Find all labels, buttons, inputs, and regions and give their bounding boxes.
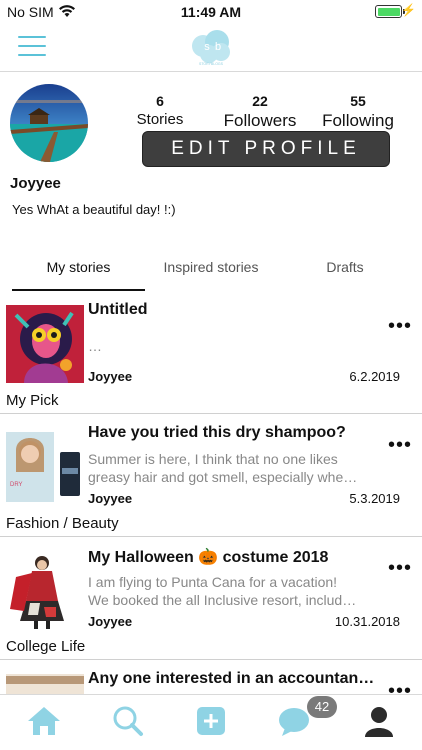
logo-text: STORYBLOGS <box>199 62 224 66</box>
home-icon[interactable] <box>26 703 62 739</box>
list-item[interactable]: Any one interested in an accountan… ••• <box>0 660 422 694</box>
messages-badge: 42 <box>307 696 337 718</box>
battery-icon <box>375 5 405 18</box>
story-date: 6.2.2019 <box>349 369 400 384</box>
stories-count: 6 <box>156 93 164 109</box>
story-excerpt: I am flying to Punta Cana for a vacation… <box>88 574 357 608</box>
story-thumbnail <box>6 305 84 383</box>
story-author: Joyyee <box>88 369 133 384</box>
bio-text: Yes WhAt a beautiful day! !:) <box>12 202 176 217</box>
clock: 11:49 AM <box>180 4 242 20</box>
story-category: My Pick <box>6 392 59 409</box>
status-bar: No SIM 11:49 AM ⚡ <box>0 0 422 24</box>
add-icon[interactable] <box>193 703 229 739</box>
story-excerpt: … <box>88 338 102 354</box>
more-options-icon[interactable]: ••• <box>388 316 412 336</box>
charging-icon: ⚡ <box>401 3 416 17</box>
story-title: Any one interested in an accountan… <box>88 670 375 687</box>
followers-count: 22 <box>252 93 268 109</box>
profile-icon[interactable] <box>361 703 397 739</box>
username: Joyyee <box>10 175 61 192</box>
story-excerpt: Summer is here, I think that no one like… <box>88 451 358 485</box>
following-stat[interactable]: 55 Following <box>318 93 398 131</box>
story-thumbnail <box>6 551 84 629</box>
story-date: 10.31.2018 <box>334 614 400 629</box>
following-count: 55 <box>350 93 366 109</box>
thumb-caption: DRY <box>10 482 23 488</box>
tab-drafts[interactable]: Drafts <box>280 247 410 291</box>
story-author: Joyyee <box>88 614 133 629</box>
tab-my-stories[interactable]: My stories <box>12 247 145 291</box>
story-thumbnail: DRY <box>6 428 84 506</box>
search-icon[interactable] <box>110 703 146 739</box>
story-date: 5.3.2019 <box>349 491 400 506</box>
followers-stat[interactable]: 22 Followers <box>219 93 301 131</box>
bottom-tab-bar <box>0 694 422 750</box>
app-header: s b STORYBLOGS <box>0 24 422 72</box>
followers-label: Followers <box>223 111 297 130</box>
logo-letter-b: b <box>215 41 221 53</box>
list-item[interactable]: Untitled … Joyyee 6.2.2019 ••• My Pick <box>0 291 422 414</box>
more-options-icon[interactable]: ••• <box>388 435 412 455</box>
stories-stat[interactable]: 6 Stories <box>128 93 192 128</box>
following-label: Following <box>322 111 394 130</box>
logo-letter-s: s <box>204 41 210 53</box>
list-item[interactable]: DRY Have you tried this dry shampoo? Sum… <box>0 414 422 537</box>
menu-icon[interactable] <box>18 36 46 58</box>
story-title: Have you tried this dry shampoo? <box>88 424 346 441</box>
more-options-icon[interactable]: ••• <box>388 681 412 694</box>
list-item[interactable]: My Halloween 🎃 costume 2018 I am flying … <box>0 537 422 660</box>
profile-tabs: My stories Inspired stories Drafts <box>0 247 422 291</box>
avatar[interactable] <box>10 84 88 162</box>
edit-profile-button[interactable]: EDIT PROFILE <box>142 131 390 167</box>
more-options-icon[interactable]: ••• <box>388 558 412 578</box>
story-title: My Halloween 🎃 costume 2018 <box>88 549 329 566</box>
story-author: Joyyee <box>88 491 133 506</box>
stories-label: Stories <box>136 111 184 128</box>
story-category: Fashion / Beauty <box>6 515 119 532</box>
story-category: College Life <box>6 638 86 655</box>
story-title: Untitled <box>88 301 148 318</box>
app-logo: s b STORYBLOGS <box>192 30 230 66</box>
tab-inspired-stories[interactable]: Inspired stories <box>146 247 276 291</box>
story-thumbnail <box>6 674 84 694</box>
